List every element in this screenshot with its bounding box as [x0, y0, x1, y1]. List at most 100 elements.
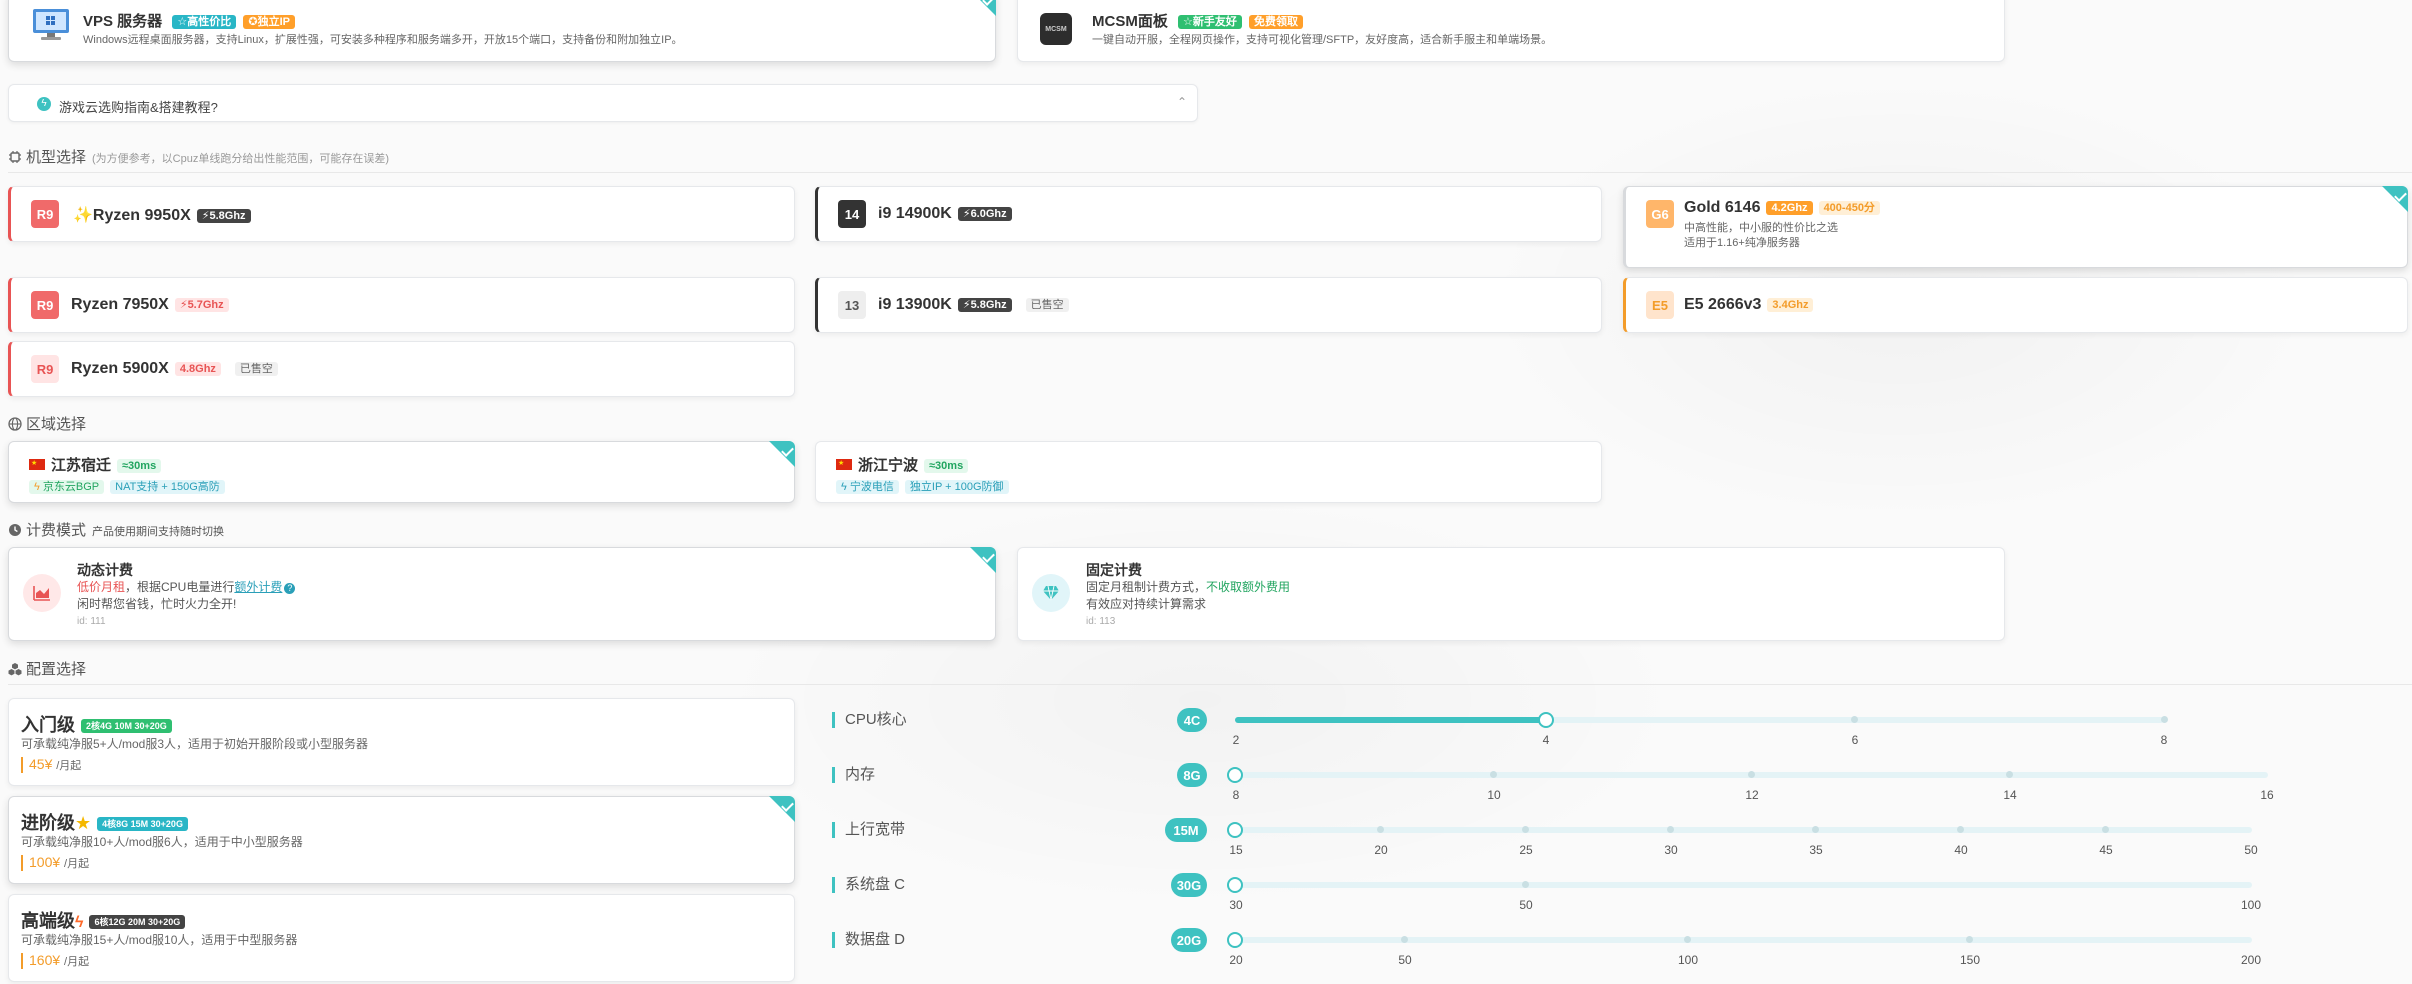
slider-track[interactable]: [1235, 827, 2252, 833]
slider-stop: [1377, 826, 1384, 833]
plan-title: 入门级: [21, 715, 75, 735]
cpu-card-gold-6146[interactable]: G6 Gold 6146 4.2Ghz 400-450分 中高性能，中小服的性价比之…: [1623, 186, 2408, 268]
plan-card-entry[interactable]: 入门级 2核4G 10M 30+20G 可承载纯净服5+人/mod服3人，适用于初…: [8, 698, 795, 786]
selected-check-icon: [769, 796, 795, 822]
region-card-jiangsu[interactable]: ★ 江苏宿迁 ≈30ms ϟ 京东云BGP NAT支持 + 150G高防: [8, 441, 795, 503]
billing-line1-text: ，根据CPU电量进行: [125, 580, 235, 594]
plan-card-high[interactable]: 高端级ϟ 6核12G 20M 30+20G 可承载纯净服15+人/mod服10人，…: [8, 894, 795, 982]
chevron-up-icon[interactable]: ⌃: [1177, 95, 1187, 109]
slider-label: CPU核心: [832, 712, 907, 728]
selected-check-icon: [769, 441, 795, 467]
slider-tick: 20: [1374, 843, 1388, 857]
vps-title: VPS 服务器: [83, 13, 163, 30]
plan-card-advanced[interactable]: 进阶级★ 4核8G 15M 30+20G 可承载纯净服10+人/mod服6人，适用…: [8, 796, 795, 884]
plan-spec-tag: 2核4G 10M 30+20G: [81, 719, 172, 734]
config-section-header: 配置选择: [8, 658, 86, 679]
cpu-name-row: ✨Ryzen 9950X ⚡5.8Ghz: [73, 205, 251, 225]
billing-id: id: 111: [77, 616, 106, 627]
cpu-name: E5 2666v3: [1684, 296, 1762, 313]
slider-handle[interactable]: [1227, 767, 1243, 783]
billing-title: 动态计费: [77, 562, 133, 578]
billing-line1-text: 固定月租制计费方式，: [1086, 580, 1207, 594]
cpu-desc-2: 适用于1.16+纯净服务器: [1684, 237, 1800, 249]
mcsm-title-row: MCSM面板 ☆新手友好 免费领取: [1092, 10, 1304, 31]
cpu-badge: 13: [838, 291, 866, 319]
region-ping: ≈30ms: [924, 459, 969, 474]
cpu-card-e5-2666v3[interactable]: E5 E5 2666v3 3.4Ghz: [1623, 277, 2408, 333]
cpu-card-i9-13900k[interactable]: 13 i9 13900K ⚡5.8Ghz 已售空: [815, 277, 1602, 333]
slider-tick: 100: [1677, 953, 1699, 967]
cpu-name: Ryzen 9950X: [92, 207, 191, 224]
cpu-chip-icon: [8, 150, 22, 164]
slider-handle[interactable]: [1227, 877, 1243, 893]
help-icon[interactable]: ?: [284, 583, 296, 594]
slider-tick: 40: [1954, 843, 1968, 857]
cpu-badge: G6: [1646, 200, 1674, 228]
slider-value-pill: 8G: [1177, 763, 1207, 787]
slider-tick: 25: [1519, 843, 1533, 857]
guide-collapse[interactable]: ϟ 游戏云选购指南&搭建教程? ⌃: [8, 84, 1198, 122]
cubes-icon: [8, 662, 22, 676]
extra-billing-link[interactable]: 额外计费: [234, 580, 282, 594]
region-section-title: 区域选择: [26, 416, 87, 433]
slider-tick: 2: [1232, 733, 1240, 747]
cpu-name-row: E5 2666v3 3.4Ghz: [1684, 296, 1814, 314]
slider-stop: [1522, 826, 1529, 833]
billing-highlight: 不收取额外费用: [1206, 580, 1291, 594]
cpu-badge: 14: [838, 200, 866, 228]
slider-track[interactable]: [1235, 937, 2252, 943]
vps-tag-value: ☆高性价比: [172, 15, 237, 30]
star-icon: ★: [75, 813, 92, 833]
region-name: 浙江宁波: [858, 457, 919, 474]
slider-tick: 35: [1809, 843, 1823, 857]
region-feature: NAT支持 + 150G高防: [110, 479, 225, 494]
billing-section-title: 计费模式: [26, 522, 87, 539]
slider-tick: 12: [1745, 788, 1759, 802]
cpu-name: Ryzen 5900X: [71, 360, 169, 377]
server-type-mcsm-card[interactable]: MCSM MCSM面板 ☆新手友好 免费领取 一键自动开服，全程网页操作，支持可…: [1017, 0, 2005, 62]
slider-stop: [1684, 936, 1691, 943]
cpu-card-i9-14900k[interactable]: 14 i9 14900K ⚡6.0Ghz: [815, 186, 1602, 242]
slider-tick: 50: [2244, 843, 2258, 857]
cpu-card-ryzen-5900x[interactable]: R9 Ryzen 5900X 4.8Ghz 已售空: [8, 341, 795, 397]
billing-id: id: 113: [1086, 616, 1116, 627]
region-section-header: 区域选择: [8, 413, 86, 434]
billing-highlight: 低价月租: [77, 580, 126, 594]
slider-tick: 150: [1959, 953, 1981, 967]
billing-title: 固定计费: [1086, 562, 1142, 578]
slider-track[interactable]: [1235, 882, 2252, 888]
slider-stop: [1748, 771, 1755, 778]
region-feature: 独立IP + 100G防御: [904, 479, 1009, 494]
billing-line1: 固定月租制计费方式，不收取额外费用: [1086, 578, 1290, 595]
mcsm-tag-friendly: ☆新手友好: [1178, 15, 1242, 30]
billing-line1: 低价月租，根据CPU电量进行额外计费?: [77, 578, 296, 595]
plan-price-row: 45¥ /月起: [21, 757, 81, 773]
plan-price-row: 100¥ /月起: [21, 855, 89, 871]
slider-stop: [1490, 771, 1497, 778]
slider-stop: [1401, 936, 1408, 943]
cpu-freq: 3.4Ghz: [1767, 297, 1814, 312]
slider-stop: [2102, 826, 2109, 833]
slider-handle[interactable]: [1538, 712, 1554, 728]
slider-tick: 50: [1398, 953, 1412, 967]
cpu-card-ryzen-9950x[interactable]: R9 ✨Ryzen 9950X ⚡5.8Ghz: [8, 186, 795, 242]
bolt-icon: ϟ: [841, 480, 850, 493]
cpu-name-row: i9 13900K ⚡5.8Ghz 已售空: [878, 296, 1069, 314]
region-card-zhejiang[interactable]: ★ 浙江宁波 ≈30ms ϟ 宁波电信 独立IP + 100G防御: [815, 441, 1602, 503]
bolt-icon: ϟ: [34, 480, 43, 493]
china-flag-icon: ★: [836, 459, 852, 470]
cpu-card-ryzen-7950x[interactable]: R9 Ryzen 7950X ⚡5.7Ghz: [8, 277, 795, 333]
plan-title-row: 高端级ϟ 6核12G 20M 30+20G: [21, 907, 186, 933]
lightning-icon: ϟ: [37, 97, 51, 111]
slider-handle[interactable]: [1227, 822, 1243, 838]
plan-unit: /月起: [64, 858, 90, 870]
billing-card-dynamic[interactable]: 动态计费 低价月租，根据CPU电量进行额外计费? 闲时帮您省钱，忙时火力全开! …: [8, 547, 996, 641]
server-type-vps-card[interactable]: VPS 服务器 ☆高性价比 ✪独立IP Windows远程桌面服务器，支持Lin…: [8, 0, 996, 62]
slider-stop: [1957, 826, 1964, 833]
china-flag-icon: ★: [29, 459, 45, 470]
plan-title: 进阶级: [21, 813, 75, 833]
region-tags: ϟ 宁波电信 独立IP + 100G防御: [836, 478, 1009, 496]
slider-tick: 30: [1229, 898, 1243, 912]
billing-card-fixed[interactable]: 固定计费 固定月租制计费方式，不收取额外费用 有效应对持续计算需求 id: 11…: [1017, 547, 2005, 641]
slider-handle[interactable]: [1227, 932, 1243, 948]
